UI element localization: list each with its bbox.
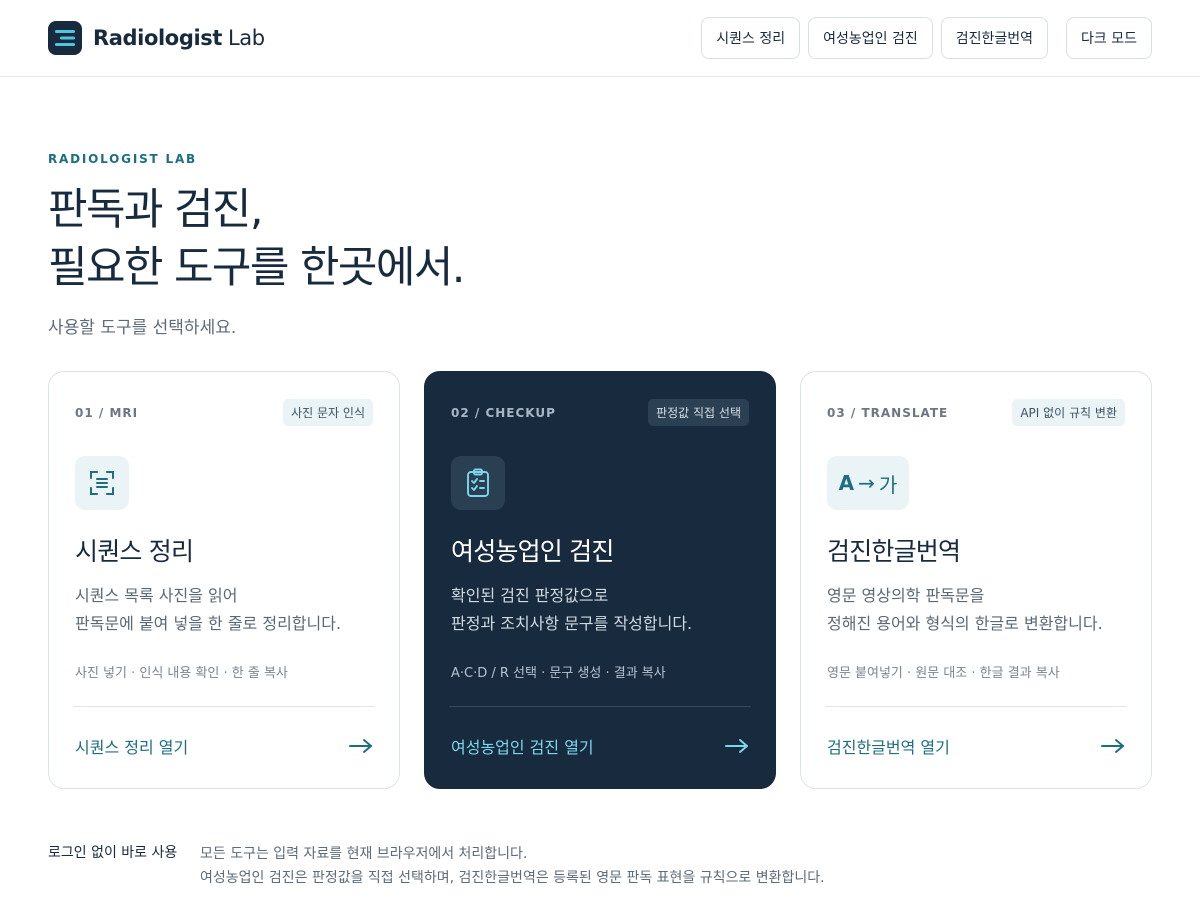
card-description-line-1: 시퀀스 목록 사진을 읽어 bbox=[75, 586, 238, 605]
footer-note-line-2: 여성농업인 검진은 판정값을 직접 선택하며, 검진한글번역은 등록된 영문 판… bbox=[200, 870, 825, 886]
card-description-line-2: 정해진 용어와 형식의 한글로 변환합니다. bbox=[827, 614, 1103, 633]
card-tag: 사진 문자 인식 bbox=[283, 399, 373, 426]
card-description: 영문 영상의학 판독문을 정해진 용어와 형식의 한글로 변환합니다. bbox=[827, 582, 1127, 638]
card-meta: A·C·D / R 선택 · 문구 생성 · 결과 복사 bbox=[451, 666, 666, 681]
hero-title: 판독과 검진, 필요한 도구를 한곳에서. bbox=[48, 181, 748, 297]
tool-card-translate: 03 / TRANSLATE API 없이 규칙 변환 A → 가 검진한글번역 영… bbox=[800, 371, 1152, 789]
top-header: Radiologist Lab 시퀀스 정리 여성농업인 검진 검진한글번역 다크… bbox=[0, 0, 1200, 77]
nav-sequence-button[interactable]: 시퀀스 정리 bbox=[701, 17, 801, 59]
card-index: 01 / MRI bbox=[75, 406, 139, 420]
card-divider bbox=[825, 706, 1127, 707]
top-nav: 시퀀스 정리 여성농업인 검진 검진한글번역 다크 모드 bbox=[701, 17, 1152, 59]
card-divider bbox=[449, 706, 751, 707]
menu-lines-icon bbox=[48, 21, 82, 55]
card-description-line-1: 영문 영상의학 판독문을 bbox=[827, 586, 985, 605]
card-meta: 사진 넣기 · 인식 내용 확인 · 한 줄 복사 bbox=[75, 666, 288, 681]
card-title: 여성농업인 검진 bbox=[451, 537, 614, 566]
card-divider bbox=[73, 706, 375, 707]
card-link-label: 여성농업인 검진 열기 bbox=[451, 738, 594, 757]
card-meta: 영문 붙여넣기 · 원문 대조 · 한글 결과 복사 bbox=[827, 666, 1060, 681]
card-index: 03 / TRANSLATE bbox=[827, 406, 949, 420]
nav-checkup-button[interactable]: 여성농업인 검진 bbox=[808, 17, 933, 59]
card-description-line-2: 판정과 조치사항 문구를 작성합니다. bbox=[451, 614, 693, 633]
card-link-label: 검진한글번역 열기 bbox=[827, 738, 950, 757]
open-checkup-link[interactable]: 여성농업인 검진 열기 bbox=[451, 734, 749, 758]
hero-title-line-2: 필요한 도구를 한곳에서. bbox=[48, 243, 465, 293]
card-description: 시퀀스 목록 사진을 읽어 판독문에 붙여 넣을 한 줄로 정리합니다. bbox=[75, 582, 375, 638]
card-index: 02 / CHECKUP bbox=[451, 406, 556, 420]
hero-subtitle: 사용할 도구를 선택하세요. bbox=[48, 318, 237, 338]
open-sequence-link[interactable]: 시퀀스 정리 열기 bbox=[75, 734, 373, 758]
nav-translate-button[interactable]: 검진한글번역 bbox=[940, 17, 1049, 59]
brand-name-light: Lab bbox=[228, 26, 265, 50]
card-title: 검진한글번역 bbox=[827, 537, 961, 566]
translate-icon-target: 가 bbox=[878, 472, 898, 497]
arrow-right-icon bbox=[725, 738, 749, 754]
translate-icon-arrow: → bbox=[858, 471, 875, 495]
clipboard-check-icon bbox=[451, 456, 505, 510]
brand-logo-link[interactable]: Radiologist Lab bbox=[48, 21, 265, 55]
translate-icon: A → 가 bbox=[827, 456, 909, 510]
document-scan-icon bbox=[75, 456, 129, 510]
hero-eyebrow: RADIOLOGIST LAB bbox=[48, 152, 197, 166]
card-title: 시퀀스 정리 bbox=[75, 537, 194, 566]
brand-name: Radiologist Lab bbox=[93, 26, 265, 50]
card-link-label: 시퀀스 정리 열기 bbox=[75, 738, 189, 757]
arrow-right-icon bbox=[1101, 738, 1125, 754]
card-description-line-2: 판독문에 붙여 넣을 한 줄로 정리합니다. bbox=[75, 614, 342, 633]
card-description: 확인된 검진 판정값으로 판정과 조치사항 문구를 작성합니다. bbox=[451, 582, 751, 638]
translate-icon-source: A bbox=[838, 471, 855, 495]
translate-icon-glyph: A → 가 bbox=[839, 469, 898, 498]
footer-notes: 모든 도구는 입력 자료를 현재 브라우저에서 처리합니다. 여성농업인 검진은… bbox=[200, 842, 1100, 890]
footer-label: 로그인 없이 바로 사용 bbox=[48, 845, 178, 861]
open-translate-link[interactable]: 검진한글번역 열기 bbox=[827, 734, 1125, 758]
arrow-right-icon bbox=[349, 738, 373, 754]
tool-card-checkup: 02 / CHECKUP 판정값 직접 선택 여성농업인 검진 확인된 검진 판… bbox=[424, 371, 776, 789]
tool-card-sequence: 01 / MRI 사진 문자 인식 시퀀스 정리 시퀀스 목록 사진을 읽어 판… bbox=[48, 371, 400, 789]
dark-mode-toggle[interactable]: 다크 모드 bbox=[1066, 17, 1152, 59]
hero-title-line-1: 판독과 검진, bbox=[48, 185, 264, 235]
card-description-line-1: 확인된 검진 판정값으로 bbox=[451, 586, 609, 605]
footer-note-line-1: 모든 도구는 입력 자료를 현재 브라우저에서 처리합니다. bbox=[200, 846, 528, 862]
card-tag: 판정값 직접 선택 bbox=[648, 399, 749, 426]
brand-name-bold: Radiologist bbox=[93, 26, 222, 50]
card-tag: API 없이 규칙 변환 bbox=[1012, 399, 1125, 426]
